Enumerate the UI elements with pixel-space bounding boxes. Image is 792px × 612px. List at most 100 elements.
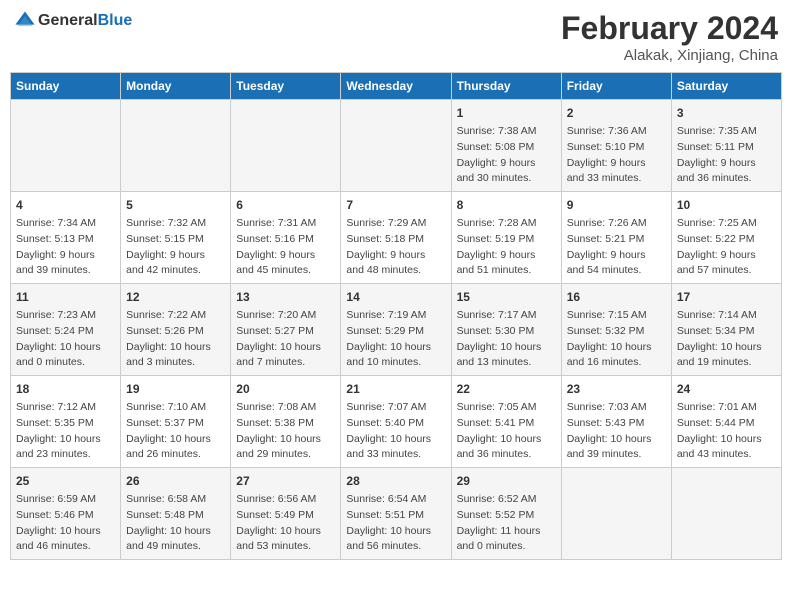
day-info: Sunrise: 7:26 AM Sunset: 5:21 PM Dayligh… (567, 216, 666, 279)
day-number: 19 (126, 380, 225, 398)
day-info: Sunrise: 6:59 AM Sunset: 5:46 PM Dayligh… (16, 492, 115, 555)
day-number: 9 (567, 196, 666, 214)
calendar-cell: 14Sunrise: 7:19 AM Sunset: 5:29 PM Dayli… (341, 284, 451, 376)
day-number: 29 (457, 472, 556, 490)
day-number: 13 (236, 288, 335, 306)
calendar-cell (671, 468, 781, 560)
calendar-cell: 25 Sunrise: 6:59 AM Sunset: 5:46 PM Dayli… (11, 468, 121, 560)
month-year-title: February 2024 (561, 10, 778, 47)
day-number: 17 (677, 288, 776, 306)
day-info: Sunrise: 7:22 AM Sunset: 5:26 PM Dayligh… (126, 308, 225, 371)
day-info: Sunrise: 7:17 AM Sunset: 5:30 PM Dayligh… (457, 308, 556, 371)
day-info: Sunrise: 7:05 AM Sunset: 5:41 PM Dayligh… (457, 400, 556, 463)
day-info: Sunrise: 7:08 AM Sunset: 5:38 PM Dayligh… (236, 400, 335, 463)
day-number: 20 (236, 380, 335, 398)
calendar-cell: 28 Sunrise: 6:54 AM Sunset: 5:51 PM Dayli… (341, 468, 451, 560)
calendar-cell: 13Sunrise: 7:20 AM Sunset: 5:27 PM Dayli… (231, 284, 341, 376)
day-info: Sunrise: 7:12 AM Sunset: 5:35 PM Dayligh… (16, 400, 115, 463)
week-row-2: 4Sunrise: 7:34 AM Sunset: 5:13 PM Daylig… (11, 192, 782, 284)
col-header-saturday: Saturday (671, 73, 781, 100)
day-info: Sunrise: 7:35 AM Sunset: 5:11 PM Dayligh… (677, 124, 776, 187)
day-number: 28 (346, 472, 445, 490)
calendar-cell: 17 Sunrise: 7:14 AM Sunset: 5:34 PM Dayli… (671, 284, 781, 376)
day-number: 6 (236, 196, 335, 214)
day-number: 26 (126, 472, 225, 490)
calendar-cell: 15 Sunrise: 7:17 AM Sunset: 5:30 PM Dayli… (451, 284, 561, 376)
logo-icon (14, 10, 36, 32)
day-number: 1 (457, 104, 556, 122)
logo: GeneralBlue (14, 10, 132, 32)
day-info: Sunrise: 7:31 AM Sunset: 5:16 PM Dayligh… (236, 216, 335, 279)
day-info: Sunrise: 7:28 AM Sunset: 5:19 PM Dayligh… (457, 216, 556, 279)
col-header-friday: Friday (561, 73, 671, 100)
calendar-cell (121, 100, 231, 192)
calendar-cell: 20 Sunrise: 7:08 AM Sunset: 5:38 PM Dayli… (231, 376, 341, 468)
day-number: 7 (346, 196, 445, 214)
calendar-cell: 21 Sunrise: 7:07 AM Sunset: 5:40 PM Dayli… (341, 376, 451, 468)
day-number: 21 (346, 380, 445, 398)
calendar-cell: 5 Sunrise: 7:32 AM Sunset: 5:15 PM Daylig… (121, 192, 231, 284)
calendar-cell: 1 Sunrise: 7:38 AM Sunset: 5:08 PM Daylig… (451, 100, 561, 192)
calendar-cell: 29 Sunrise: 6:52 AM Sunset: 5:52 PM Dayli… (451, 468, 561, 560)
day-number: 23 (567, 380, 666, 398)
calendar-cell: 3Sunrise: 7:35 AM Sunset: 5:11 PM Daylig… (671, 100, 781, 192)
calendar-cell: 7 Sunrise: 7:29 AM Sunset: 5:18 PM Daylig… (341, 192, 451, 284)
calendar-cell: 12 Sunrise: 7:22 AM Sunset: 5:26 PM Dayli… (121, 284, 231, 376)
day-info: Sunrise: 6:52 AM Sunset: 5:52 PM Dayligh… (457, 492, 556, 555)
day-number: 2 (567, 104, 666, 122)
title-block: February 2024 Alakak, Xinjiang, China (561, 10, 778, 64)
day-number: 12 (126, 288, 225, 306)
calendar-cell: 6 Sunrise: 7:31 AM Sunset: 5:16 PM Daylig… (231, 192, 341, 284)
day-number: 10 (677, 196, 776, 214)
col-header-sunday: Sunday (11, 73, 121, 100)
calendar-cell: 22 Sunrise: 7:05 AM Sunset: 5:41 PM Dayli… (451, 376, 561, 468)
calendar-cell (561, 468, 671, 560)
day-info: Sunrise: 7:32 AM Sunset: 5:15 PM Dayligh… (126, 216, 225, 279)
col-header-tuesday: Tuesday (231, 73, 341, 100)
location-subtitle: Alakak, Xinjiang, China (561, 47, 778, 64)
week-row-3: 11 Sunrise: 7:23 AM Sunset: 5:24 PM Dayli… (11, 284, 782, 376)
col-header-monday: Monday (121, 73, 231, 100)
day-number: 14 (346, 288, 445, 306)
page-header: GeneralBlue February 2024 Alakak, Xinjia… (10, 10, 782, 64)
day-info: Sunrise: 7:34 AM Sunset: 5:13 PM Dayligh… (16, 216, 115, 279)
calendar-cell: 18 Sunrise: 7:12 AM Sunset: 5:35 PM Dayli… (11, 376, 121, 468)
calendar-cell: 16 Sunrise: 7:15 AM Sunset: 5:32 PM Dayli… (561, 284, 671, 376)
day-info: Sunrise: 7:07 AM Sunset: 5:40 PM Dayligh… (346, 400, 445, 463)
day-info: Sunrise: 7:15 AM Sunset: 5:32 PM Dayligh… (567, 308, 666, 371)
day-info: Sunrise: 6:56 AM Sunset: 5:49 PM Dayligh… (236, 492, 335, 555)
day-number: 24 (677, 380, 776, 398)
day-info: Sunrise: 7:03 AM Sunset: 5:43 PM Dayligh… (567, 400, 666, 463)
day-number: 16 (567, 288, 666, 306)
calendar-cell: 10 Sunrise: 7:25 AM Sunset: 5:22 PM Dayli… (671, 192, 781, 284)
day-info: Sunrise: 6:54 AM Sunset: 5:51 PM Dayligh… (346, 492, 445, 555)
calendar-header-row: SundayMondayTuesdayWednesdayThursdayFrid… (11, 73, 782, 100)
day-info: Sunrise: 7:29 AM Sunset: 5:18 PM Dayligh… (346, 216, 445, 279)
day-number: 8 (457, 196, 556, 214)
week-row-4: 18 Sunrise: 7:12 AM Sunset: 5:35 PM Dayli… (11, 376, 782, 468)
day-number: 22 (457, 380, 556, 398)
day-info: Sunrise: 7:01 AM Sunset: 5:44 PM Dayligh… (677, 400, 776, 463)
calendar-cell: 11 Sunrise: 7:23 AM Sunset: 5:24 PM Dayli… (11, 284, 121, 376)
calendar-cell: 26 Sunrise: 6:58 AM Sunset: 5:48 PM Dayli… (121, 468, 231, 560)
calendar-cell (11, 100, 121, 192)
calendar-cell: 9 Sunrise: 7:26 AM Sunset: 5:21 PM Daylig… (561, 192, 671, 284)
calendar-table: SundayMondayTuesdayWednesdayThursdayFrid… (10, 72, 782, 560)
day-number: 15 (457, 288, 556, 306)
calendar-cell: 2 Sunrise: 7:36 AM Sunset: 5:10 PM Daylig… (561, 100, 671, 192)
day-info: Sunrise: 6:58 AM Sunset: 5:48 PM Dayligh… (126, 492, 225, 555)
day-info: Sunrise: 7:38 AM Sunset: 5:08 PM Dayligh… (457, 124, 556, 187)
day-info: Sunrise: 7:14 AM Sunset: 5:34 PM Dayligh… (677, 308, 776, 371)
calendar-cell (231, 100, 341, 192)
day-number: 25 (16, 472, 115, 490)
day-info: Sunrise: 7:36 AM Sunset: 5:10 PM Dayligh… (567, 124, 666, 187)
day-number: 5 (126, 196, 225, 214)
calendar-cell: 24 Sunrise: 7:01 AM Sunset: 5:44 PM Dayli… (671, 376, 781, 468)
day-info: Sunrise: 7:23 AM Sunset: 5:24 PM Dayligh… (16, 308, 115, 371)
calendar-cell: 4Sunrise: 7:34 AM Sunset: 5:13 PM Daylig… (11, 192, 121, 284)
day-number: 11 (16, 288, 115, 306)
calendar-cell: 8 Sunrise: 7:28 AM Sunset: 5:19 PM Daylig… (451, 192, 561, 284)
day-info: Sunrise: 7:25 AM Sunset: 5:22 PM Dayligh… (677, 216, 776, 279)
day-number: 18 (16, 380, 115, 398)
col-header-wednesday: Wednesday (341, 73, 451, 100)
